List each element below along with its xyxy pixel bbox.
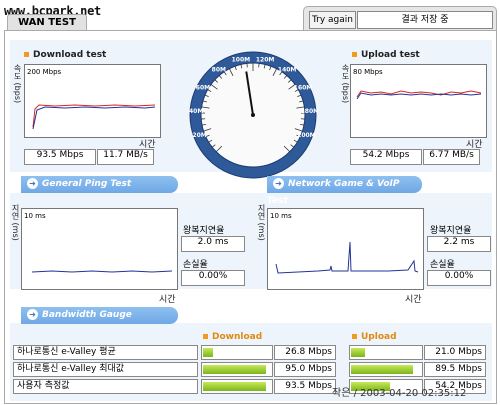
upload-chart: 80 Mbps — [350, 64, 487, 138]
download-red-line — [32, 104, 156, 128]
upload-gauge-track — [349, 345, 423, 360]
upload-blue-line — [356, 92, 482, 100]
game-rtt-label: 왕복지연율 — [430, 226, 472, 236]
dial-label: 180M — [301, 108, 318, 115]
ping-scale: 10 ms — [24, 212, 46, 220]
dial-label: 100M — [232, 56, 251, 63]
download-blue-line — [32, 106, 156, 130]
dial-label: 140M — [278, 66, 297, 73]
bandwidth-row-label: 하나로통신 e-Valley 최대값 — [13, 362, 198, 377]
wan-test-tab[interactable]: WAN TEST — [7, 14, 87, 31]
game-chart: 10 ms — [267, 208, 424, 290]
download-gauge-value: 93.5 Mbps — [274, 379, 336, 394]
bandwidth-row-label: 사용자 측정값 — [13, 379, 198, 394]
status-field: 결과 저장 중 — [357, 11, 493, 29]
arrow-right-icon: ➜ — [27, 178, 38, 189]
bandwidth-row-label: 하나로통신 e-Valley 평균 — [13, 345, 198, 360]
arrow-right-icon: ➜ — [273, 178, 284, 189]
general-ping-test-bar[interactable]: ➜ General Ping Test — [21, 176, 178, 193]
try-again-button[interactable]: Try again — [309, 11, 356, 29]
download-gauge-fill — [203, 365, 266, 374]
download-chart: 200 Mbps — [24, 64, 161, 138]
download-gauge-value: 26.8 Mbps — [274, 345, 336, 360]
upload-test-title: Upload test — [352, 50, 420, 60]
game-loss-label: 손실율 — [430, 260, 455, 270]
download-gauge-track — [201, 345, 273, 360]
ping-chart: 10 ms — [21, 208, 178, 290]
speedometer-gauge: 20M 40M 60M 80M 100M 120M 140M 160M 180M 200M — [188, 50, 319, 180]
download-scale: 200 Mbps — [27, 68, 62, 76]
download-gauge-fill — [203, 382, 266, 391]
bullet-icon — [352, 52, 357, 57]
upload-gauge-value: 21.0 Mbps — [424, 345, 486, 360]
upload-gauge-fill — [351, 348, 365, 357]
download-test-title: Download test — [24, 50, 106, 60]
download-axis-unit: 속도 (bps) — [13, 64, 22, 104]
ping-rtt-label: 왕복지연율 — [183, 226, 225, 236]
download-speed-mbs: 11.7 MB/s — [97, 149, 154, 165]
game-time-label: 시간 — [405, 295, 422, 305]
upload-chart-svg: 80 Mbps — [353, 68, 482, 100]
game-line — [275, 241, 419, 274]
game-loss-value: 0.00% — [427, 270, 491, 286]
ping-time-label: 시간 — [159, 295, 176, 305]
arrow-right-icon: ➜ — [27, 309, 38, 320]
download-gauge-fill — [203, 348, 213, 357]
dial-label: 120M — [256, 56, 275, 63]
game-scale: 10 ms — [270, 212, 292, 220]
ping-axis-unit: 지연 (ms) — [11, 204, 20, 241]
bandwidth-download-header: Download — [203, 332, 262, 342]
dial-label: 200M — [297, 132, 316, 139]
bandwidth-upload-header: Upload — [352, 332, 397, 342]
ping-line — [31, 270, 173, 273]
download-gauge-track — [201, 379, 273, 394]
upload-scale: 80 Mbps — [353, 68, 383, 76]
upload-speed-mbps: 54.2 Mbps — [350, 149, 422, 165]
bullet-icon — [203, 334, 208, 339]
game-chart-svg: 10 ms — [270, 212, 419, 274]
network-game-voip-bar[interactable]: ➜ Network Game & VoIP Test — [267, 176, 422, 206]
dial-label: 160M — [294, 85, 313, 92]
download-chart-svg: 200 Mbps — [27, 68, 156, 130]
ping-rtt-value: 2.0 ms — [181, 236, 245, 252]
ping-chart-svg: 10 ms — [24, 212, 173, 273]
dial-label: 20M — [192, 132, 206, 139]
game-axis-unit: 지연 (ms) — [257, 204, 266, 241]
upload-speed-mbs: 6.77 MB/s — [423, 149, 480, 165]
speedometer-svg: 20M 40M 60M 80M 100M 120M140M 160M 180M 200M — [189, 51, 319, 179]
download-speed-mbps: 93.5 Mbps — [24, 149, 96, 165]
timestamp-overlay: 작은 / 2003-04-20 02:35:12 — [332, 388, 467, 399]
download-gauge-value: 95.0 Mbps — [274, 362, 336, 377]
dial-label: 80M — [212, 66, 226, 73]
bandwidth-gauge-bar[interactable]: ➜ Bandwidth Gauge — [21, 307, 178, 324]
download-gauge-track — [201, 362, 273, 377]
game-rtt-value: 2.2 ms — [427, 236, 491, 252]
upload-gauge-value: 89.5 Mbps — [424, 362, 486, 377]
ping-loss-value: 0.00% — [181, 270, 245, 286]
bullet-icon — [24, 52, 29, 57]
upload-gauge-fill — [351, 365, 413, 374]
dial-label: 60M — [196, 85, 210, 92]
ping-loss-label: 손실율 — [183, 260, 208, 270]
upload-gauge-track — [349, 362, 423, 377]
dial-label: 40M — [189, 108, 203, 115]
bullet-icon — [352, 334, 357, 339]
